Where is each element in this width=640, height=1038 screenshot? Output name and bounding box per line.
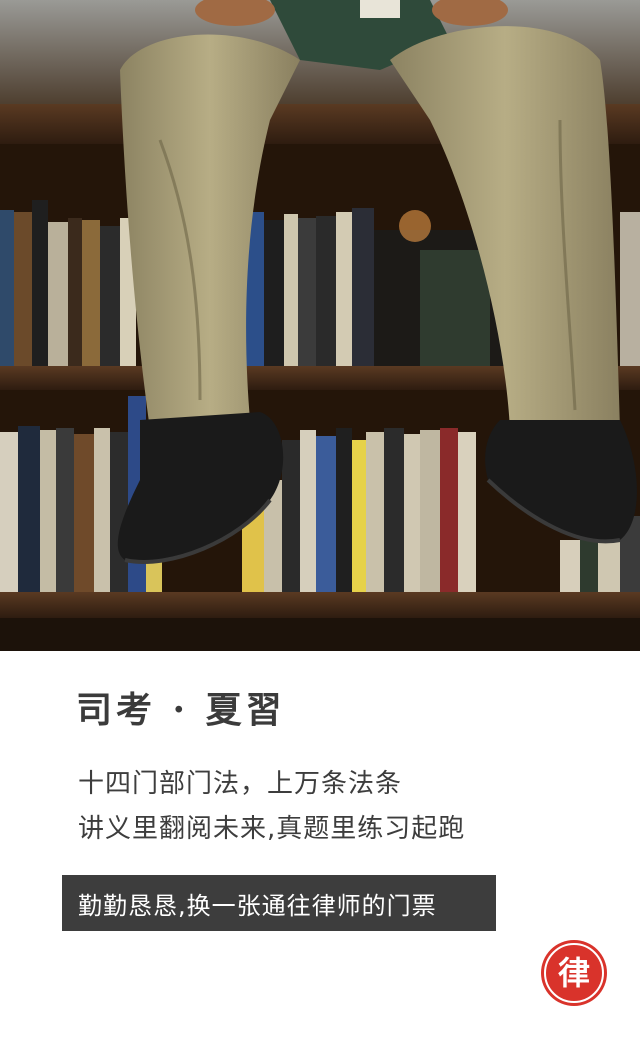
slogan-banner: 勤勤恳恳,换一张通往律师的门票 — [62, 875, 496, 931]
hero-photo — [0, 0, 640, 651]
slogan-text: 勤勤恳恳,换一张通往律师的门票 — [78, 891, 437, 920]
bottom-shelf-board — [0, 592, 640, 618]
seal-character: 律 — [558, 954, 590, 992]
seal-stamp-icon: 律 — [541, 940, 607, 1006]
text-section: 司考 · 夏習 十四门部门法，上万条法条 讲义里翻阅未来,真题里练习起跑 勤勤恳… — [0, 651, 640, 1038]
subtitle-line-1: 十四门部门法，上万条法条 — [78, 769, 403, 799]
page-title: 司考 · 夏習 — [76, 689, 286, 731]
subtitle-line-2: 讲义里翻阅未来,真题里练习起跑 — [78, 814, 466, 844]
library-bookshelf-illustration — [0, 0, 640, 651]
